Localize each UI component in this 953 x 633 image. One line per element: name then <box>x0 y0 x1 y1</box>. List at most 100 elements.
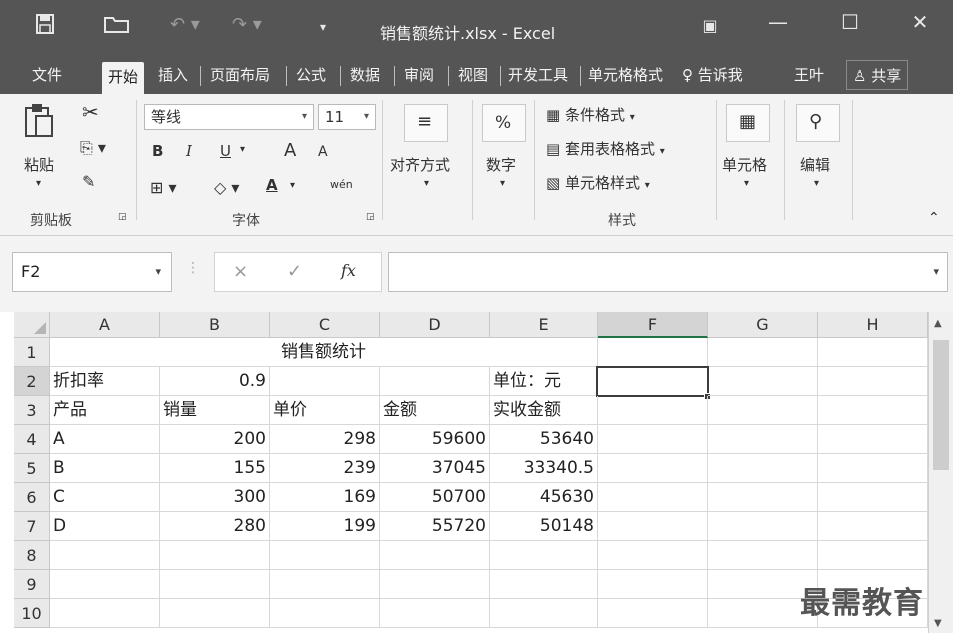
close-icon[interactable]: ✕ <box>900 10 940 34</box>
editing-button[interactable]: ⚲ <box>796 104 840 142</box>
column-header-a[interactable]: A <box>50 312 160 338</box>
tab-page-layout[interactable]: 页面布局 <box>204 60 276 90</box>
cell-f2-selected[interactable] <box>596 366 709 397</box>
cell-e3[interactable]: 实收金额 <box>490 396 598 425</box>
empty-cell[interactable] <box>270 541 380 570</box>
insert-function-icon[interactable]: fx <box>341 261 356 280</box>
maximize-icon[interactable]: ☐ <box>830 10 870 34</box>
row-header-5[interactable]: 5 <box>14 454 50 483</box>
table-cell-product[interactable]: A <box>50 425 160 454</box>
editing-dropdown-icon[interactable]: ▾ <box>814 178 819 189</box>
table-cell-price[interactable]: 199 <box>270 512 380 541</box>
empty-cell[interactable] <box>50 599 160 628</box>
empty-cell[interactable] <box>50 541 160 570</box>
cells-dropdown-icon[interactable]: ▾ <box>744 178 749 189</box>
shrink-font-button[interactable]: A <box>318 144 328 160</box>
column-header-h[interactable]: H <box>818 312 928 338</box>
empty-cell[interactable] <box>50 570 160 599</box>
cell-e2[interactable]: 单位：元 <box>490 367 598 396</box>
italic-button[interactable]: I <box>186 142 192 160</box>
cell-g4[interactable] <box>708 425 818 454</box>
scroll-up-icon[interactable]: ▲ <box>934 318 942 329</box>
cell-f6[interactable] <box>598 483 708 512</box>
empty-cell[interactable] <box>160 570 270 599</box>
cell-f1[interactable] <box>598 338 708 367</box>
column-header-c[interactable]: C <box>270 312 380 338</box>
tab-insert[interactable]: 插入 <box>152 60 194 90</box>
table-cell-quantity[interactable]: 300 <box>160 483 270 512</box>
clipboard-launcher-icon[interactable]: ◲ <box>118 212 127 222</box>
empty-cell[interactable] <box>598 599 708 628</box>
alignment-button[interactable]: ≡ <box>404 104 448 142</box>
empty-cell[interactable] <box>270 599 380 628</box>
tell-me-box[interactable]: ♀ 告诉我 <box>676 60 749 90</box>
user-name[interactable]: 王叶 <box>788 60 830 90</box>
cell-c2[interactable] <box>270 367 380 396</box>
paste-icon[interactable] <box>24 102 54 148</box>
borders-icon[interactable]: ⊞ ▾ <box>150 178 177 197</box>
cell-styles-button[interactable]: ▧ 单元格样式 ▾ <box>546 172 650 193</box>
table-cell-received[interactable]: 50148 <box>490 512 598 541</box>
fill-color-icon[interactable]: ◇ ▾ <box>214 178 239 197</box>
table-cell-amount[interactable]: 37045 <box>380 454 490 483</box>
cell-g1[interactable] <box>708 338 818 367</box>
tab-cell-format[interactable]: 单元格格式 <box>582 60 669 90</box>
tab-file[interactable]: 文件 <box>26 60 68 90</box>
font-launcher-icon[interactable]: ◲ <box>366 212 375 222</box>
row-header-10[interactable]: 10 <box>14 599 50 628</box>
enter-icon[interactable]: ✓ <box>287 261 302 282</box>
empty-cell[interactable] <box>818 541 928 570</box>
table-cell-quantity[interactable]: 280 <box>160 512 270 541</box>
tab-review[interactable]: 审阅 <box>398 60 440 90</box>
underline-button[interactable]: U <box>220 142 231 160</box>
cell-f3[interactable] <box>598 396 708 425</box>
cell-d2[interactable] <box>380 367 490 396</box>
empty-cell[interactable] <box>160 541 270 570</box>
column-header-b[interactable]: B <box>160 312 270 338</box>
table-cell-amount[interactable]: 55720 <box>380 512 490 541</box>
column-header-e[interactable]: E <box>490 312 598 338</box>
customize-toolbar-icon[interactable]: ▾ <box>320 20 326 34</box>
row-header-7[interactable]: 7 <box>14 512 50 541</box>
cell-c3[interactable]: 单价 <box>270 396 380 425</box>
empty-cell[interactable] <box>708 541 818 570</box>
share-button[interactable]: ♙ 共享 <box>846 60 909 90</box>
cell-a2[interactable]: 折扣率 <box>50 367 160 396</box>
row-header-2[interactable]: 2 <box>14 367 50 396</box>
column-header-f[interactable]: F <box>598 312 708 338</box>
empty-cell[interactable] <box>270 570 380 599</box>
font-size-combo[interactable]: 11 ▾ <box>318 104 376 130</box>
column-header-d[interactable]: D <box>380 312 490 338</box>
empty-cell[interactable] <box>380 599 490 628</box>
table-cell-price[interactable]: 239 <box>270 454 380 483</box>
underline-dropdown-icon[interactable]: ▾ <box>240 144 245 155</box>
cells-button[interactable]: ▦ <box>726 104 770 142</box>
row-header-9[interactable]: 9 <box>14 570 50 599</box>
number-format-button[interactable]: % <box>482 104 526 142</box>
empty-cell[interactable] <box>380 570 490 599</box>
format-as-table-button[interactable]: ▤ 套用表格格式 ▾ <box>546 138 665 159</box>
empty-cell[interactable] <box>490 599 598 628</box>
cell-h7[interactable] <box>818 512 928 541</box>
tab-view[interactable]: 视图 <box>452 60 494 90</box>
cell-f7[interactable] <box>598 512 708 541</box>
empty-cell[interactable] <box>598 541 708 570</box>
alignment-dropdown-icon[interactable]: ▾ <box>424 178 429 189</box>
cell-h1[interactable] <box>818 338 928 367</box>
table-cell-received[interactable]: 33340.5 <box>490 454 598 483</box>
copy-icon[interactable]: ⎘ ▾ <box>80 138 106 158</box>
table-cell-product[interactable]: D <box>50 512 160 541</box>
table-cell-amount[interactable]: 59600 <box>380 425 490 454</box>
number-dropdown-icon[interactable]: ▾ <box>500 178 505 189</box>
cell-h2[interactable] <box>818 367 928 396</box>
name-box[interactable]: F2 ▾ <box>12 252 172 292</box>
row-header-6[interactable]: 6 <box>14 483 50 512</box>
cell-h5[interactable] <box>818 454 928 483</box>
row-header-3[interactable]: 3 <box>14 396 50 425</box>
tab-developer[interactable]: 开发工具 <box>502 60 574 90</box>
cell-g6[interactable] <box>708 483 818 512</box>
vertical-scrollbar[interactable]: ▲ ▼ <box>928 312 953 633</box>
ribbon-display-icon[interactable]: ▣ <box>690 16 730 35</box>
empty-cell[interactable] <box>598 570 708 599</box>
collapse-ribbon-icon[interactable]: ⌃ <box>928 210 940 226</box>
